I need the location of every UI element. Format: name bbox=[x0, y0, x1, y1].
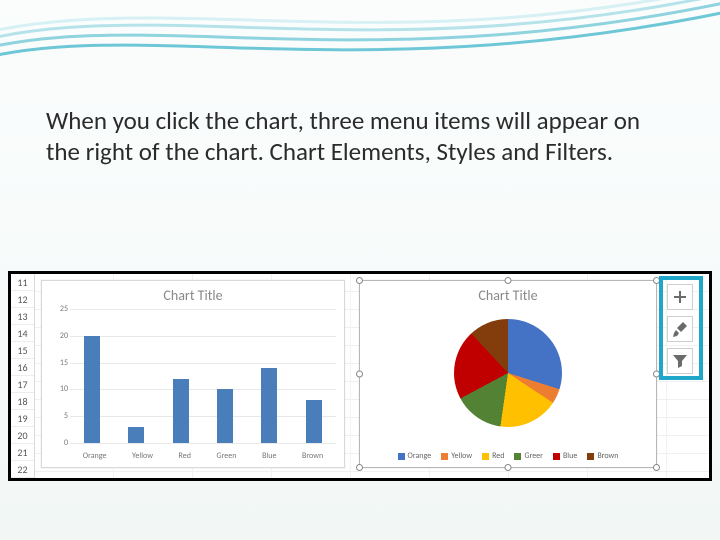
chart-styles-button[interactable] bbox=[667, 316, 693, 342]
chart-tools bbox=[667, 284, 697, 374]
legend-label: Orange bbox=[408, 451, 432, 461]
bar bbox=[306, 400, 322, 443]
bar-chart[interactable]: Chart Title 0510152025 Orange Yellow Red Gr… bbox=[41, 280, 345, 468]
selection-handle[interactable] bbox=[356, 277, 363, 284]
row-number: 16 bbox=[11, 359, 34, 376]
selection-handle[interactable] bbox=[653, 464, 660, 471]
x-category-label: Brown bbox=[302, 451, 323, 461]
chart-filters-button[interactable] bbox=[667, 348, 693, 374]
row-number: 21 bbox=[11, 444, 34, 461]
bar bbox=[261, 368, 277, 443]
pie-legend: Orange Yellow Red Greer Blue Brown bbox=[360, 451, 656, 461]
bar bbox=[217, 389, 233, 443]
x-category-label: Green bbox=[217, 451, 237, 461]
row-headers: 111213141516171819202122 bbox=[11, 274, 35, 478]
worksheet-grid: Chart Title 0510152025 Orange Yellow Red Gr… bbox=[35, 274, 709, 478]
instruction-text: When you click the chart, three menu ite… bbox=[38, 100, 678, 185]
row-number: 11 bbox=[11, 274, 34, 291]
selection-handle[interactable] bbox=[653, 277, 660, 284]
excel-screenshot: 111213141516171819202122 Chart Title 051… bbox=[8, 271, 712, 481]
pie-chart-title: Chart Title bbox=[360, 281, 656, 304]
paintbrush-icon bbox=[672, 321, 688, 337]
row-number: 12 bbox=[11, 291, 34, 308]
chart-elements-button[interactable] bbox=[667, 284, 693, 310]
pie-chart[interactable]: Chart Title Orange Yellow Red Greer Blue… bbox=[359, 280, 657, 468]
bar-chart-title: Chart Title bbox=[42, 281, 344, 304]
pie-graphic bbox=[454, 319, 562, 427]
x-category-label: Yellow bbox=[132, 451, 153, 461]
bar bbox=[173, 379, 189, 443]
slide: When you click the chart, three menu ite… bbox=[0, 0, 720, 540]
legend-label: Blue bbox=[563, 451, 577, 461]
legend-label: Brown bbox=[597, 451, 618, 461]
pie-plot-area bbox=[360, 307, 656, 439]
row-number: 14 bbox=[11, 325, 34, 342]
bar-x-categories: Orange Yellow Red Green Blue Brown bbox=[70, 451, 336, 461]
row-number: 15 bbox=[11, 342, 34, 359]
row-number: 18 bbox=[11, 393, 34, 410]
row-number: 22 bbox=[11, 461, 34, 478]
row-number: 13 bbox=[11, 308, 34, 325]
bar bbox=[84, 336, 100, 443]
plus-icon bbox=[672, 289, 688, 305]
legend-label: Red bbox=[492, 451, 504, 461]
row-number: 17 bbox=[11, 376, 34, 393]
row-number: 19 bbox=[11, 410, 34, 427]
legend-label: Greer bbox=[524, 451, 542, 461]
row-number: 20 bbox=[11, 427, 34, 444]
bar bbox=[128, 427, 144, 443]
x-category-label: Orange bbox=[83, 451, 107, 461]
bar-plot-area: 0510152025 bbox=[70, 309, 336, 443]
x-category-label: Blue bbox=[262, 451, 276, 461]
selection-handle[interactable] bbox=[505, 464, 512, 471]
funnel-icon bbox=[672, 353, 688, 369]
x-category-label: Red bbox=[179, 451, 191, 461]
selection-handle[interactable] bbox=[505, 277, 512, 284]
legend-label: Yellow bbox=[451, 451, 472, 461]
selection-handle[interactable] bbox=[356, 464, 363, 471]
